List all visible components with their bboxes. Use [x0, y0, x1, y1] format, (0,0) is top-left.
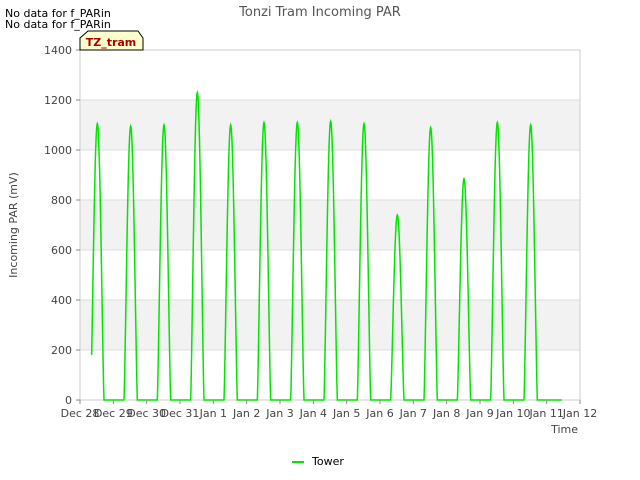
legend: Tower	[292, 455, 344, 468]
chart-title: Tonzi Tram Incoming PAR	[238, 5, 401, 20]
y-tick-label: 1000	[44, 144, 72, 157]
y-tick-label: 400	[51, 294, 72, 307]
x-tick-label: Jan 1	[199, 407, 227, 420]
site-tag-label: TZ_tram	[86, 36, 137, 49]
x-tick-label: Jan 10	[495, 407, 530, 420]
x-tick-label: Jan 6	[365, 407, 393, 420]
x-tick-label: Jan 12	[562, 407, 597, 420]
legend-label-tower: Tower	[311, 455, 344, 468]
x-tick-label: Jan 3	[265, 407, 293, 420]
chart: 0200400600800100012001400 Dec 28Dec 29De…	[7, 5, 597, 468]
x-tick-label: Dec 31	[161, 407, 200, 420]
y-tick-label: 600	[51, 244, 72, 257]
x-tick-label: Jan 11	[528, 407, 563, 420]
y-tick-label: 0	[65, 394, 72, 407]
site-tag: TZ_tram	[79, 30, 144, 51]
y-tick-label: 1200	[44, 94, 72, 107]
x-axis-ticks: Dec 28Dec 29Dec 30Dec 31 Jan 1 Jan 2 Jan 3J…	[61, 400, 597, 420]
y-tick-label: 800	[51, 194, 72, 207]
y-axis-ticks: 0 200 400 600 800 1000 1200 1400	[44, 44, 80, 407]
x-tick-label: Jan 5	[332, 407, 360, 420]
band	[80, 300, 580, 350]
x-tick-label: Jan 4	[299, 407, 327, 420]
y-tick-label: 200	[51, 344, 72, 357]
x-tick-label: Jan 8	[432, 407, 460, 420]
x-tick-label: Jan 2	[232, 407, 260, 420]
x-axis-label: Time	[550, 423, 578, 436]
x-tick-label: Jan 7	[399, 407, 427, 420]
band	[80, 200, 580, 250]
y-tick-label: 1400	[44, 44, 72, 57]
y-axis-label: Incoming PAR (mV)	[7, 172, 20, 278]
x-tick-label: Jan 9	[465, 407, 493, 420]
